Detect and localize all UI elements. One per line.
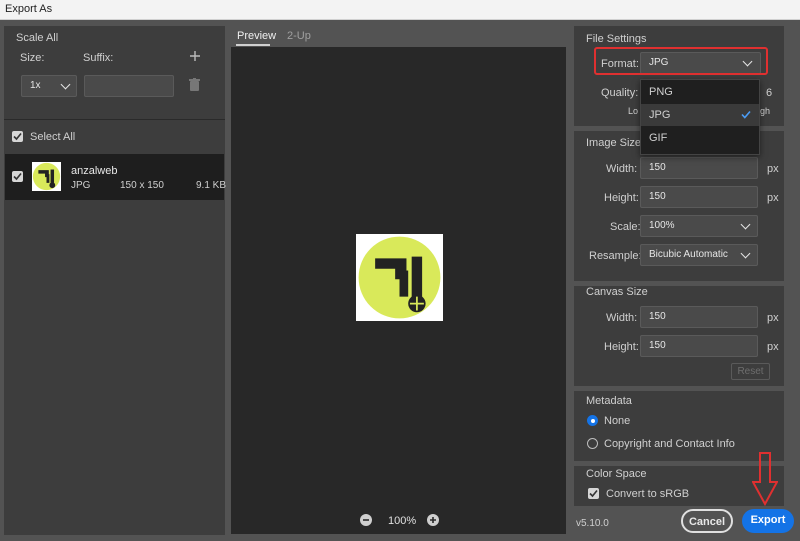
metadata-copyright-radio[interactable] [587, 438, 598, 449]
add-scale-icon[interactable] [190, 51, 200, 61]
tab-preview[interactable]: Preview [237, 30, 276, 42]
canvas-height-input[interactable]: 150 [640, 335, 758, 357]
chevron-down-icon [740, 219, 751, 230]
quality-low-label: Lo [628, 106, 639, 116]
cancel-label: Cancel [688, 516, 726, 528]
canvas-width-input[interactable]: 150 [640, 306, 758, 328]
convert-srgb-checkbox[interactable] [588, 488, 599, 499]
asset-name: anzalweb [71, 165, 118, 177]
height-label: Height: [604, 192, 639, 204]
width-label: Width: [606, 163, 638, 175]
image-size-heading: Image Size [586, 137, 642, 149]
canvas-width-unit: px [767, 312, 779, 324]
export-button[interactable]: Export [742, 509, 794, 533]
metadata-heading: Metadata [586, 395, 632, 407]
asset-thumbnail [32, 162, 61, 191]
window-titlebar: Export As [0, 0, 800, 20]
size-select[interactable]: 1x [21, 75, 77, 97]
scale-select[interactable]: 100% [640, 215, 758, 237]
convert-srgb-label: Convert to sRGB [606, 488, 690, 500]
suffix-label: Suffix: [83, 52, 114, 64]
plus-circle-icon[interactable] [427, 514, 439, 526]
tab-2up[interactable]: 2-Up [287, 30, 311, 42]
metadata-none-radio[interactable] [587, 415, 598, 426]
file-settings-heading: File Settings [586, 33, 647, 45]
format-option-png-label: PNG [649, 86, 673, 98]
resample-label: Resample: [589, 250, 642, 262]
format-highlight-box [594, 47, 768, 75]
divider [4, 119, 225, 120]
metadata-copyright-label: Copyright and Contact Info [604, 438, 735, 450]
scale-value: 100% [649, 220, 675, 231]
format-dropdown-menu: PNG JPG GIF [640, 79, 760, 155]
scale-all-heading: Scale All [16, 32, 59, 44]
scale-label: Scale: [610, 221, 641, 233]
asset-filesize: 9.1 KB [196, 180, 227, 191]
export-label: Export [750, 514, 786, 526]
canvas-height-unit: px [767, 341, 779, 353]
format-option-gif-label: GIF [649, 132, 668, 144]
left-panel [4, 26, 225, 535]
select-all-label: Select All [30, 131, 76, 143]
width-input[interactable]: 150 [640, 157, 758, 179]
cancel-button[interactable]: Cancel [681, 509, 733, 533]
tab-preview-underline [236, 44, 270, 46]
canvas-width-label: Width: [606, 312, 638, 324]
version-label: v5.10.0 [576, 518, 609, 529]
arrow-down-annotation-icon [751, 452, 779, 507]
canvas-size-heading: Canvas Size [586, 286, 648, 298]
size-value: 1x [30, 80, 41, 91]
format-option-png[interactable]: PNG [641, 81, 759, 103]
window-title: Export As [5, 3, 53, 15]
chevron-down-icon [740, 248, 751, 259]
quality-value: 6 [766, 87, 773, 99]
resample-value: Bicubic Automatic [649, 249, 728, 260]
zoom-level: 100% [388, 515, 417, 527]
resample-select[interactable]: Bicubic Automatic [640, 244, 758, 266]
chevron-down-icon [60, 79, 71, 90]
canvas-height-label: Height: [604, 341, 639, 353]
minus-circle-icon[interactable] [360, 514, 372, 526]
size-label: Size: [20, 52, 45, 64]
quality-high-label: gh [760, 106, 771, 116]
asset-format: JPG [71, 180, 91, 191]
preview-image [356, 234, 443, 321]
select-all-checkbox[interactable] [12, 131, 23, 142]
asset-checkbox[interactable] [12, 171, 23, 182]
format-option-jpg-label: JPG [649, 109, 671, 121]
checkmark-icon [741, 110, 751, 122]
trash-icon[interactable] [189, 78, 200, 91]
format-option-gif[interactable]: GIF [641, 127, 759, 149]
quality-label: Quality: [601, 87, 639, 99]
reset-label: Reset [737, 366, 764, 377]
width-unit: px [767, 163, 779, 175]
color-space-heading: Color Space [586, 468, 647, 480]
reset-button[interactable]: Reset [731, 363, 770, 380]
height-unit: px [767, 192, 779, 204]
metadata-none-label: None [604, 415, 631, 427]
asset-dimensions: 150 x 150 [120, 180, 164, 191]
suffix-input[interactable] [84, 75, 174, 97]
format-option-jpg[interactable]: JPG [641, 104, 759, 126]
height-input[interactable]: 150 [640, 186, 758, 208]
